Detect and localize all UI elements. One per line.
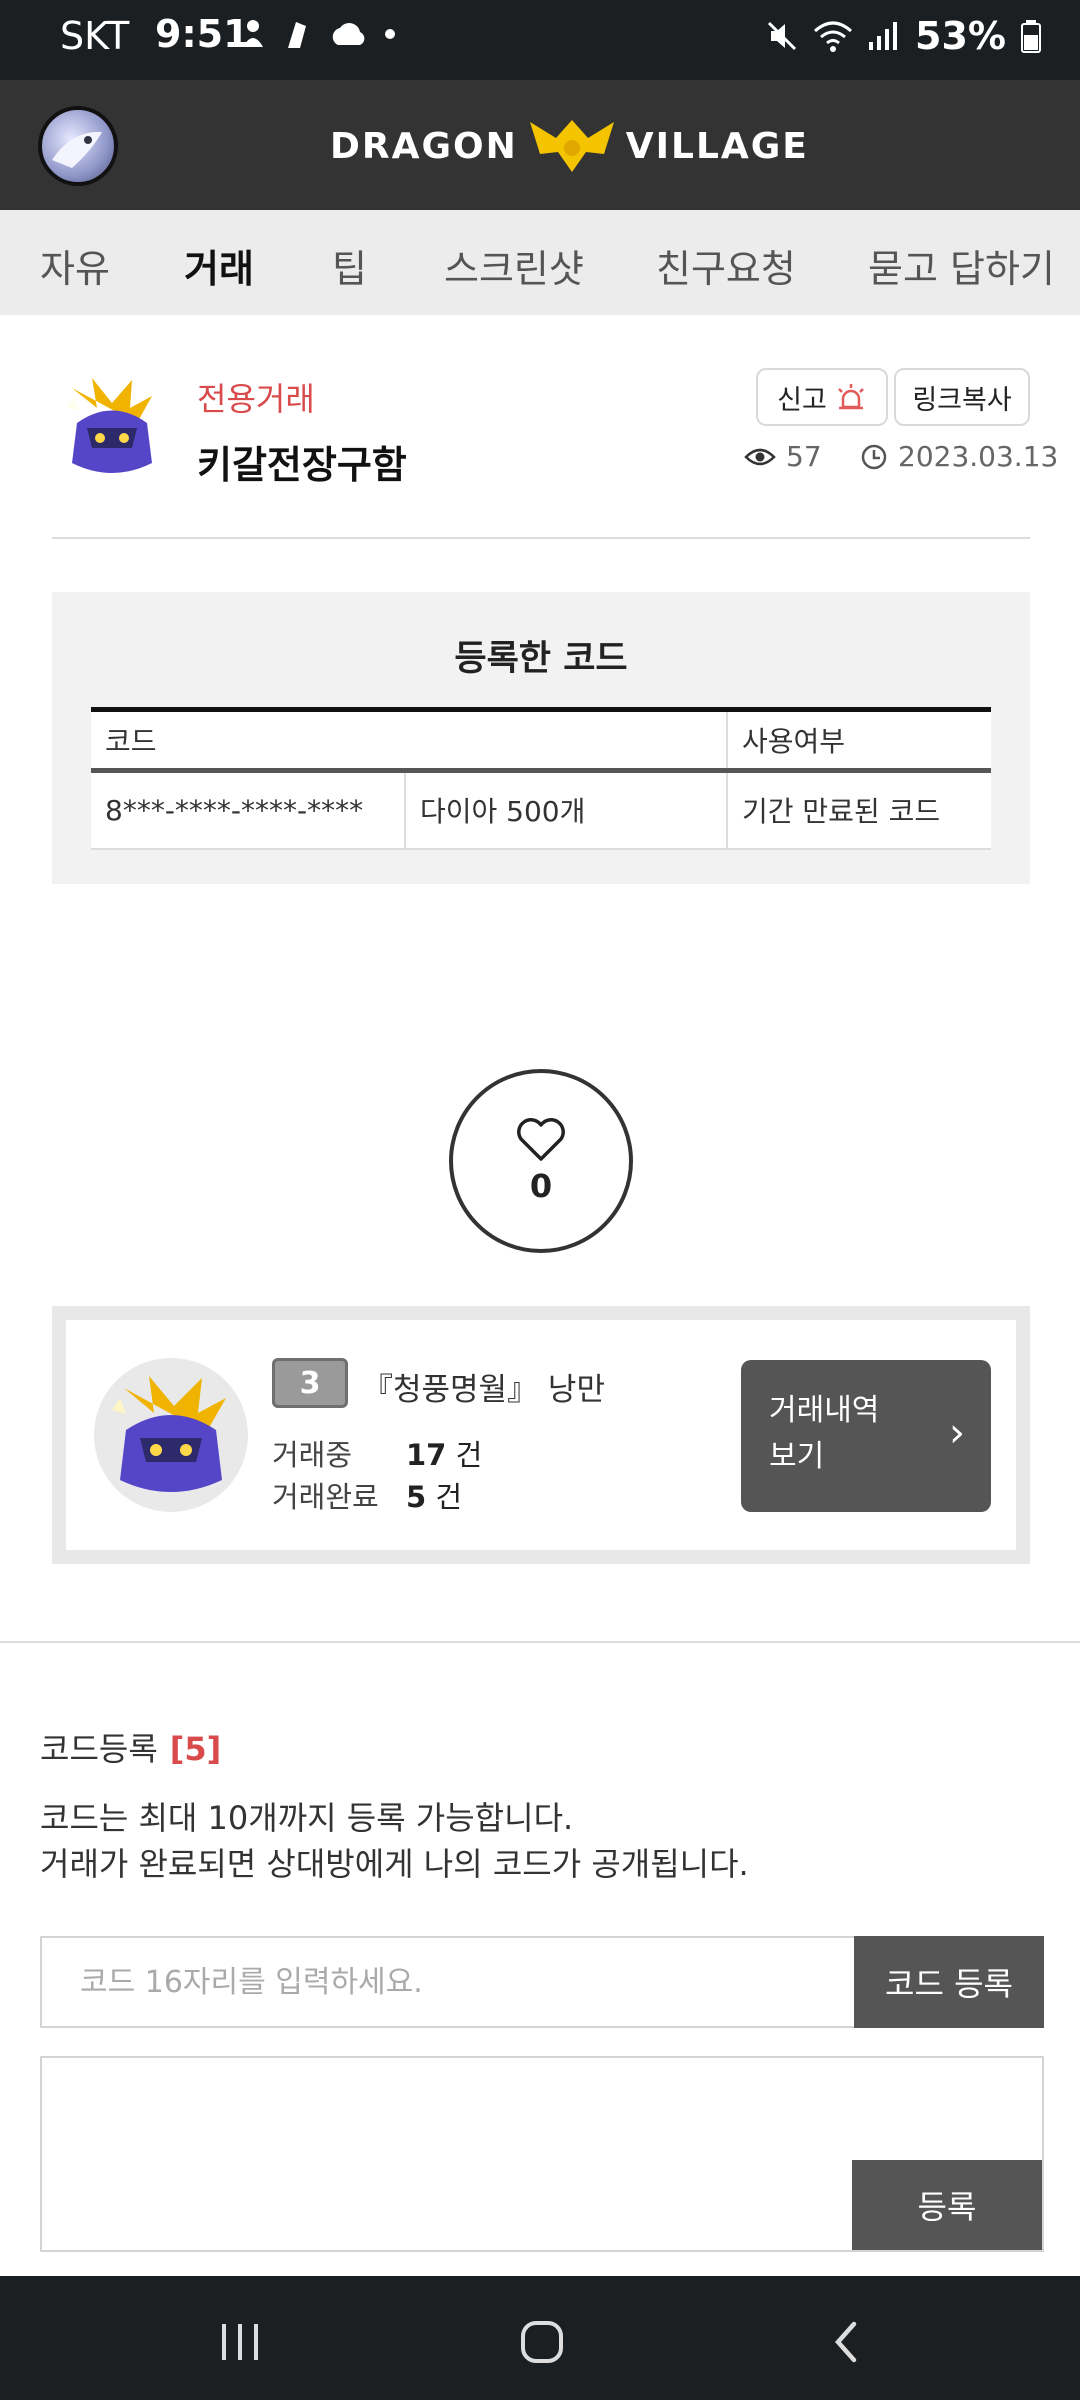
post-category: 전용거래 <box>197 380 315 418</box>
status-clock: 9:51 <box>155 12 250 56</box>
trader-avatar[interactable] <box>94 1358 248 1512</box>
report-button[interactable]: 신고 <box>756 368 888 426</box>
tab-screenshot[interactable]: 스크린샷 <box>444 238 584 293</box>
clock-icon <box>861 444 887 469</box>
signal-icon <box>869 22 898 50</box>
trader-name: 『청풍명월』 낭만 <box>362 1372 605 1408</box>
tab-friend-request[interactable]: 친구요청 <box>656 238 796 293</box>
trader-card-inner: 3 『청풍명월』 낭만 거래중 17 건 거래완료 5 건 거래내역 보기 › <box>66 1320 1016 1550</box>
recent-apps-button[interactable] <box>210 2312 270 2372</box>
code-register-count: [5] <box>169 1730 222 1768</box>
trading-count: 17 <box>406 1438 447 1472</box>
section-divider <box>0 1641 1080 1643</box>
dragon-emblem-icon <box>529 120 614 172</box>
dragon-village-logo[interactable]: DRAGON VILLAGE <box>330 114 809 178</box>
dragon-avatar-icon <box>52 131 102 168</box>
trading-label: 거래중 <box>272 1438 353 1472</box>
home-button[interactable] <box>512 2312 572 2372</box>
logo-text-left: DRAGON <box>330 125 518 167</box>
chevron-right-icon: › <box>949 1410 965 1456</box>
battery-percent: 53% <box>915 14 1006 58</box>
rank-badge: 3 <box>272 1358 348 1408</box>
notification-icons <box>240 18 396 50</box>
logo-text-right: VILLAGE <box>625 125 809 167</box>
like-button[interactable]: 0 <box>449 1069 633 1253</box>
status-cell: 기간 만료된 코드 <box>726 770 991 850</box>
cloud-icon <box>332 23 365 45</box>
mute-icon <box>767 21 797 51</box>
view-count: 57 <box>786 440 822 473</box>
comment-submit-button[interactable]: 등록 <box>852 2160 1042 2250</box>
bixby-icon <box>243 20 263 47</box>
registered-codes-table: 코드 사용여부 8***-****-****-**** 다이아 500개 기간 … <box>91 707 991 850</box>
code-register-description: 코드는 최대 10개까지 등록 가능합니다. 거래가 완료되면 상대방에게 나의… <box>40 1795 749 1887</box>
trade-history-button[interactable]: 거래내역 보기 › <box>741 1360 991 1512</box>
tab-tips[interactable]: 팁 <box>332 238 367 293</box>
app-header: DRAGON VILLAGE <box>0 80 1080 210</box>
system-nav-bar <box>0 2276 1080 2400</box>
status-bar: SKT 9:51 53% <box>0 0 1080 80</box>
code-cell: 8***-****-****-**** <box>91 770 405 850</box>
completed-label: 거래완료 <box>272 1480 379 1514</box>
code-register-button[interactable]: 코드 등록 <box>854 1936 1044 2028</box>
date-meta: 2023.03.13 <box>860 440 1058 473</box>
author-avatar[interactable] <box>52 368 172 488</box>
robot-dragon-icon <box>67 378 152 473</box>
divider <box>52 537 1030 539</box>
home-icon <box>521 2321 563 2363</box>
table-header-row: 코드 사용여부 <box>91 707 991 773</box>
description-line: 코드는 최대 10개까지 등록 가능합니다. <box>40 1799 574 1837</box>
report-label: 신고 <box>777 384 827 416</box>
completed-count: 5 <box>406 1480 427 1514</box>
trading-unit: 건 <box>455 1438 483 1472</box>
code-register-title-wrap: 코드등록 [5] <box>40 1724 221 1770</box>
dot-icon <box>385 29 395 39</box>
copy-link-label: 링크복사 <box>912 384 1012 416</box>
code-input[interactable] <box>40 1936 854 2028</box>
post-date: 2023.03.13 <box>898 440 1059 473</box>
tab-qna[interactable]: 묻고 답하기 <box>868 238 1055 293</box>
robot-dragon-icon <box>112 1376 226 1492</box>
item-cell: 다이아 500개 <box>404 770 727 850</box>
tab-trade[interactable]: 거래 <box>182 238 256 293</box>
description-line: 거래가 완료되면 상대방에게 나의 코드가 공개됩니다. <box>40 1845 749 1883</box>
eye-icon <box>744 448 776 465</box>
heart-icon <box>517 1118 565 1161</box>
registered-codes-box: 등록한 코드 코드 사용여부 8***-****-****-**** 다이아 5… <box>52 592 1030 884</box>
trader-card: 3 『청풍명월』 낭만 거래중 17 건 거래완료 5 건 거래내역 보기 › <box>52 1306 1030 1564</box>
registered-codes-title: 등록한 코드 <box>454 639 628 679</box>
like-count: 0 <box>529 1167 553 1205</box>
back-icon <box>834 2321 857 2363</box>
wifi-icon <box>814 21 853 52</box>
game-icon <box>288 22 306 48</box>
post-title: 키갈전장구함 <box>197 443 407 487</box>
completed-unit: 건 <box>435 1480 463 1514</box>
siren-icon <box>837 384 864 410</box>
header-status: 사용여부 <box>726 707 991 773</box>
views-meta: 57 <box>744 440 822 473</box>
profile-avatar[interactable] <box>38 106 118 186</box>
table-row: 8***-****-****-**** 다이아 500개 기간 만료된 코드 <box>91 770 991 850</box>
tab-free[interactable]: 자유 <box>40 238 110 293</box>
status-right: 53% <box>765 14 1042 58</box>
copy-link-button[interactable]: 링크복사 <box>894 368 1030 426</box>
back-button[interactable] <box>816 2312 876 2372</box>
completed-count-wrap: 5 건 <box>406 1474 462 1516</box>
battery-icon <box>1021 20 1041 53</box>
recent-apps-icon <box>222 2324 258 2360</box>
trading-count-wrap: 17 건 <box>406 1432 482 1474</box>
header-code: 코드 <box>91 707 727 773</box>
carrier-label: SKT <box>60 14 130 58</box>
code-register-title: 코드등록 <box>40 1730 158 1768</box>
board-tabs: 자유 거래 팁 스크린샷 친구요청 묻고 답하기 <box>0 210 1080 315</box>
